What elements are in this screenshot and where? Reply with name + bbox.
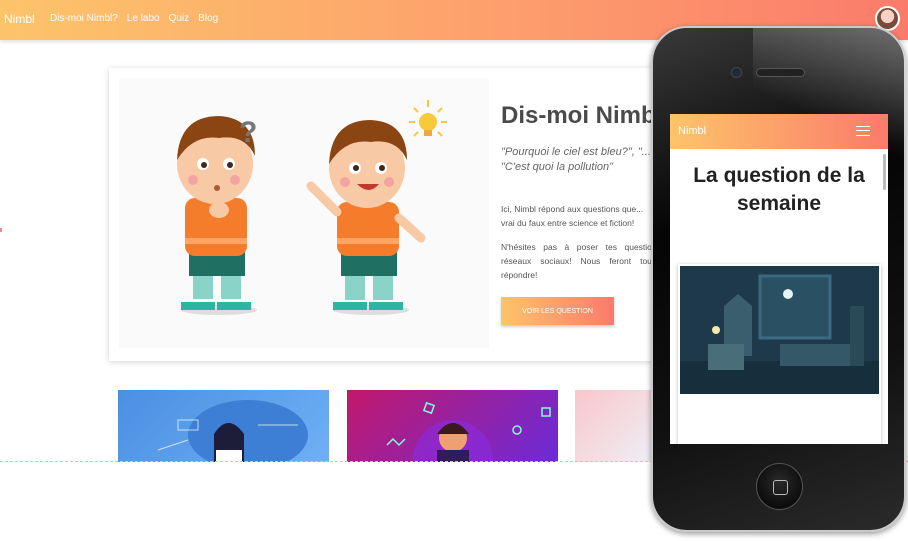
category-card-games[interactable] [347,390,558,462]
svg-text:?: ? [239,116,257,149]
scientist-girl-illustration [157,400,308,462]
home-button[interactable] [756,463,803,510]
question-card[interactable] [678,264,881,444]
phone-mockup: Nimbl La question de la semaine [651,26,906,532]
mobile-brand-logo[interactable]: Nimbl [678,125,706,137]
night-bedroom-illustration [680,266,879,394]
nav-links: Dis-moi Nimbl? Le labo Quiz Blog [50,13,218,24]
nav-link-dis-moi-nimbl[interactable]: Dis-moi Nimbl? [50,13,118,24]
see-questions-button[interactable]: VOIR LES QUESTION [501,297,614,325]
brand-logo[interactable]: Nimbl [4,12,35,26]
hero-paragraph-ask: N'hésites pas à poser tes questio... rés… [501,242,659,280]
mobile-navbar: Nimbl [670,114,888,149]
category-card-math[interactable] [575,390,655,462]
edge-marker [0,228,2,232]
category-card-science[interactable] [118,390,329,462]
nav-link-blog[interactable]: Blog [198,13,218,24]
gamer-boy-illustration [386,401,551,462]
hero-title: Dis-moi Nimbl [501,102,663,129]
hero-quote: "Pourquoi le ciel est bleu?", "... "C'es… [501,146,651,173]
nav-link-le-labo[interactable]: Le labo [127,13,160,24]
phone-screen: Nimbl La question de la semaine [670,114,888,444]
scrollbar[interactable] [883,154,886,190]
hero-paragraph-intro: Ici, Nimbl répond aux questions que... v… [501,204,644,228]
nav-link-quiz[interactable]: Quiz [169,13,190,24]
hero-illustration: ? [119,78,489,348]
page: Nimbl Dis-moi Nimbl? Le labo Quiz Blog ?… [0,0,908,541]
hamburger-menu-icon[interactable] [856,126,870,136]
question-of-the-week-title: La question de la semaine [693,164,865,215]
speaker-grille [756,68,805,77]
hero-card: ? Dis-moi Nimbl "Pourquoi le ciel est bl… [109,68,669,361]
camera-icon [731,67,742,78]
